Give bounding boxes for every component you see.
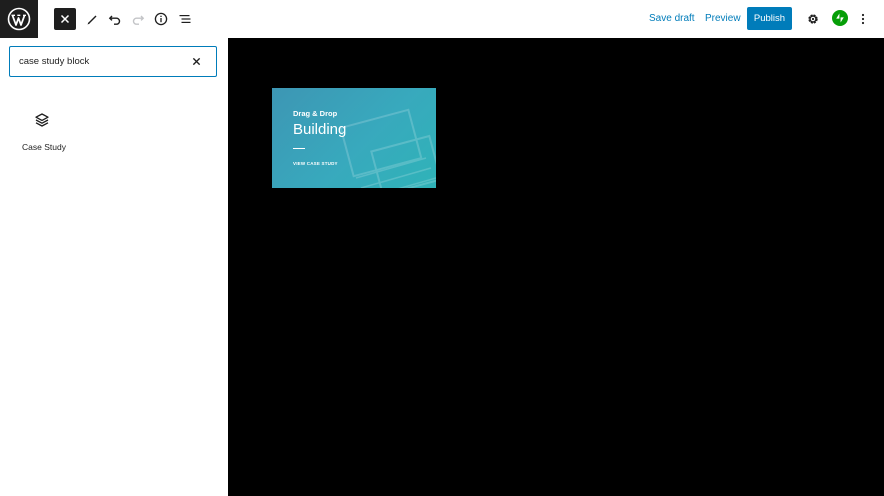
settings-button[interactable]	[801, 7, 825, 31]
close-icon	[60, 14, 70, 24]
publish-button[interactable]: Publish	[747, 7, 792, 30]
list-view-icon	[179, 15, 191, 23]
preview-button[interactable]: Preview	[705, 12, 741, 26]
case-study-title: Building	[293, 121, 347, 138]
jetpack-button[interactable]	[832, 10, 848, 26]
undo-icon	[108, 15, 121, 25]
block-search-box	[9, 46, 217, 77]
redo-icon	[132, 15, 145, 25]
case-study-block-preview[interactable]: Drag & Drop Building VIEW CASE STUDY	[272, 88, 436, 188]
wordpress-logo-button[interactable]	[0, 0, 38, 38]
view-case-study-link[interactable]: VIEW CASE STUDY	[293, 161, 338, 166]
wordpress-logo-icon	[7, 7, 31, 31]
tools-button[interactable]	[80, 7, 104, 31]
close-icon	[192, 57, 200, 65]
case-study-kicker: Drag & Drop	[293, 109, 338, 118]
editor-toolbar: Save draft Preview Publish	[0, 0, 884, 39]
list-view-button[interactable]	[173, 7, 197, 31]
gear-icon	[808, 14, 818, 24]
block-search-input[interactable]	[19, 53, 179, 69]
block-result-label: Case Study	[22, 142, 66, 152]
blueprint-background-image	[339, 108, 436, 188]
details-button[interactable]	[149, 7, 173, 31]
block-inserter-panel: Case Study	[0, 38, 228, 496]
jetpack-icon	[836, 13, 844, 23]
editor-canvas[interactable]: Drag & Drop Building VIEW CASE STUDY	[228, 38, 884, 496]
undo-button[interactable]	[103, 7, 127, 31]
more-vertical-icon	[861, 13, 865, 25]
case-study-divider	[293, 148, 305, 149]
clear-search-button[interactable]	[189, 54, 203, 68]
redo-button[interactable]	[126, 7, 150, 31]
layers-icon	[35, 113, 49, 127]
save-draft-button[interactable]: Save draft	[649, 12, 695, 26]
block-result-case-study[interactable]: Case Study	[14, 104, 74, 162]
info-icon	[154, 12, 168, 26]
options-menu-button[interactable]	[851, 7, 875, 31]
pencil-icon	[87, 15, 97, 25]
close-inserter-button[interactable]	[54, 8, 76, 30]
